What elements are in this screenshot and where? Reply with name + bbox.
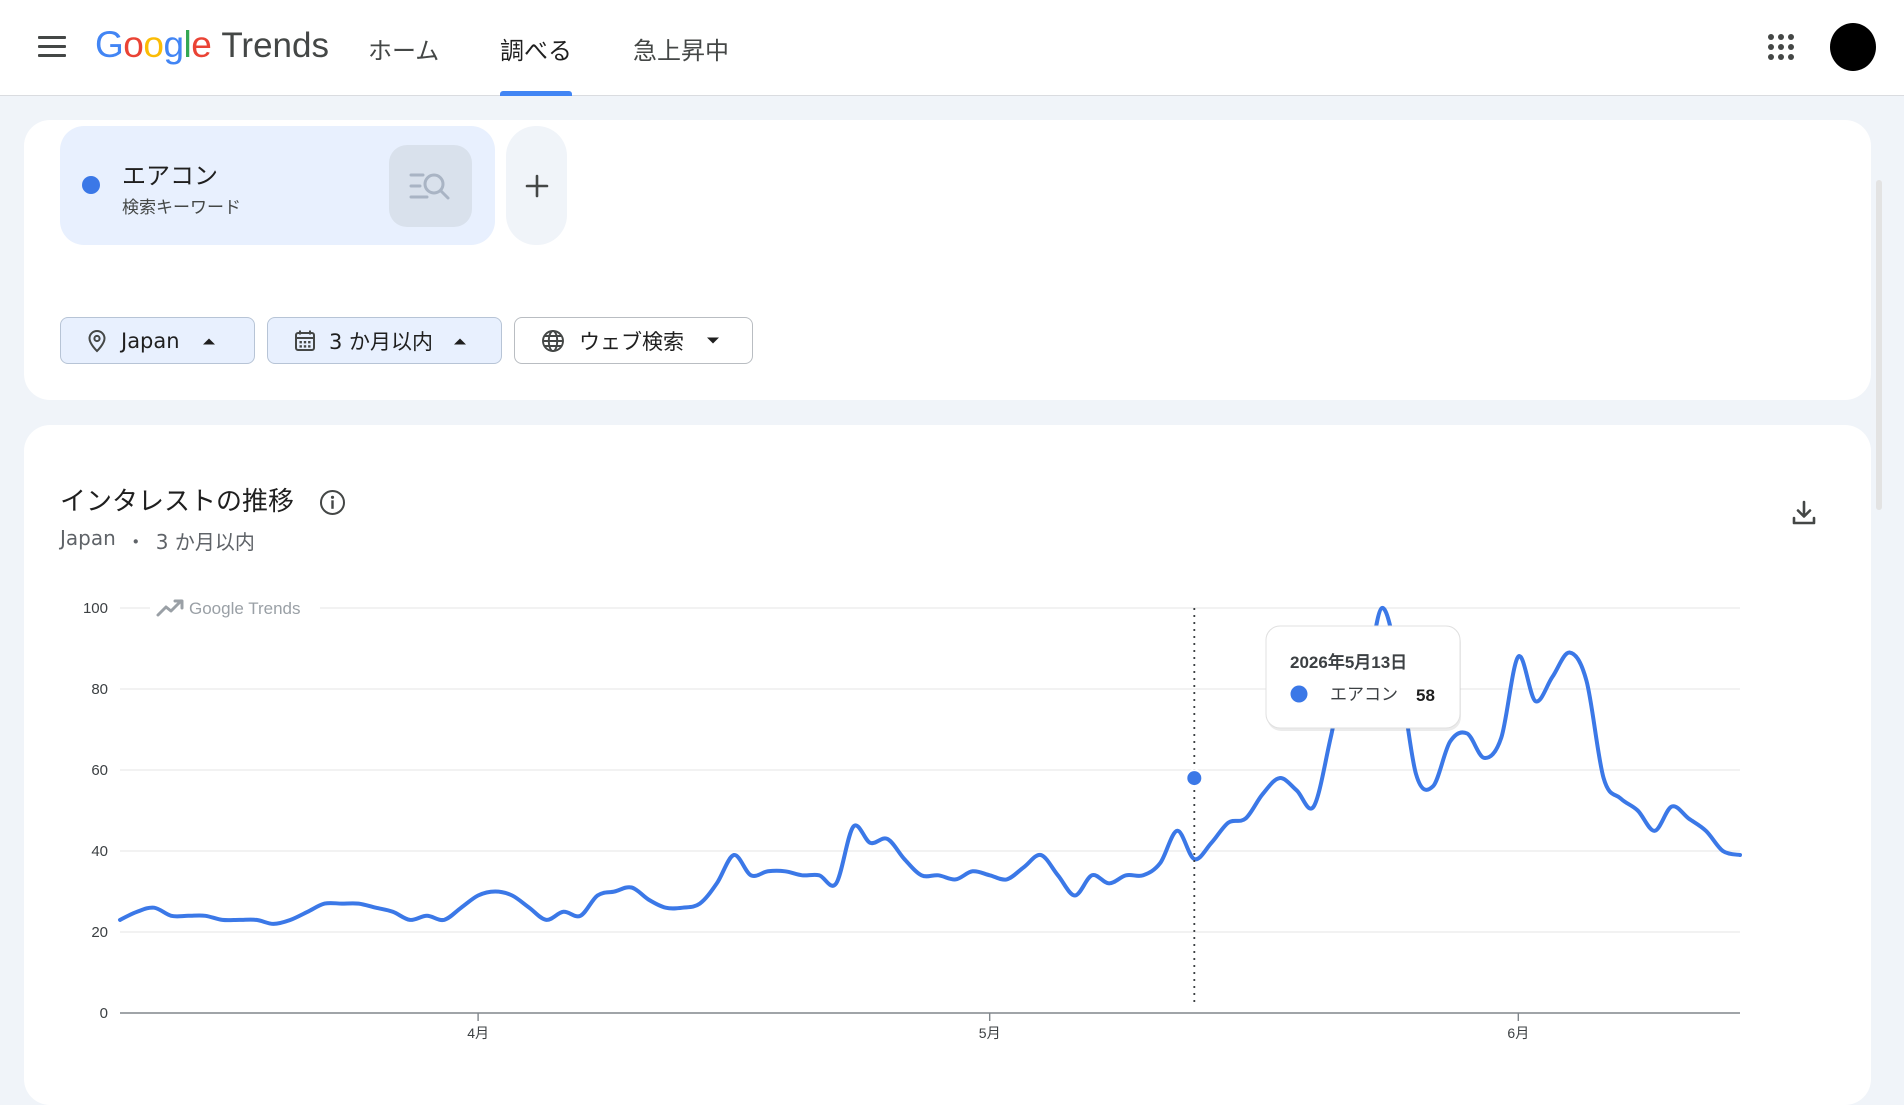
term-color-dot — [82, 176, 100, 194]
location-pin-icon — [88, 329, 106, 352]
globe-icon — [542, 329, 564, 352]
region-filter[interactable]: Japan — [60, 317, 255, 364]
nav-explore[interactable]: 調べる — [500, 0, 572, 96]
nav-home[interactable]: ホーム — [368, 0, 439, 96]
search-list-icon — [409, 173, 450, 200]
region-label: Japan — [121, 328, 180, 353]
property-filter[interactable]: ウェブ検索 — [514, 317, 753, 364]
info-icon[interactable] — [319, 489, 346, 516]
term-name: エアコン — [122, 162, 218, 190]
caret-down-icon — [707, 337, 719, 343]
top-app-bar: Google Trends ホーム 調べる 急上昇中 — [0, 0, 1904, 96]
chart-subtitle-period: 3 か月以内 — [155, 530, 255, 554]
term-search-button[interactable] — [389, 145, 472, 227]
chart-subtitle: Japan ・ 3 か月以内 — [60, 526, 255, 555]
caret-up-icon — [202, 338, 215, 344]
period-label: 3 か月以内 — [329, 329, 434, 354]
google-apps-icon[interactable] — [1768, 34, 1794, 60]
chart-subtitle-region: Japan — [60, 526, 116, 550]
add-comparison-button[interactable] — [506, 126, 567, 245]
interest-over-time-card — [24, 425, 1871, 1105]
trends-wordmark: Trends — [221, 26, 329, 65]
term-type: 検索キーワード — [122, 198, 241, 218]
chart-subtitle-separator: ・ — [125, 530, 146, 554]
search-term-chip[interactable]: エアコン 検索キーワード — [60, 126, 495, 245]
google-trends-logo[interactable]: Google Trends — [95, 24, 329, 72]
period-filter[interactable]: 3 か月以内 — [267, 317, 502, 364]
page-scrollbar[interactable] — [1876, 180, 1882, 510]
caret-up-icon — [454, 338, 467, 344]
nav-trending-now[interactable]: 急上昇中 — [633, 0, 729, 96]
account-avatar[interactable] — [1830, 23, 1876, 71]
plus-icon — [525, 174, 548, 197]
property-label: ウェブ検索 — [579, 329, 684, 354]
chart-title: インタレストの推移 — [60, 487, 295, 517]
main-menu-icon[interactable] — [38, 36, 66, 58]
calendar-icon — [295, 330, 315, 351]
download-icon[interactable] — [1790, 499, 1818, 527]
google-wordmark: Google — [95, 24, 212, 65]
